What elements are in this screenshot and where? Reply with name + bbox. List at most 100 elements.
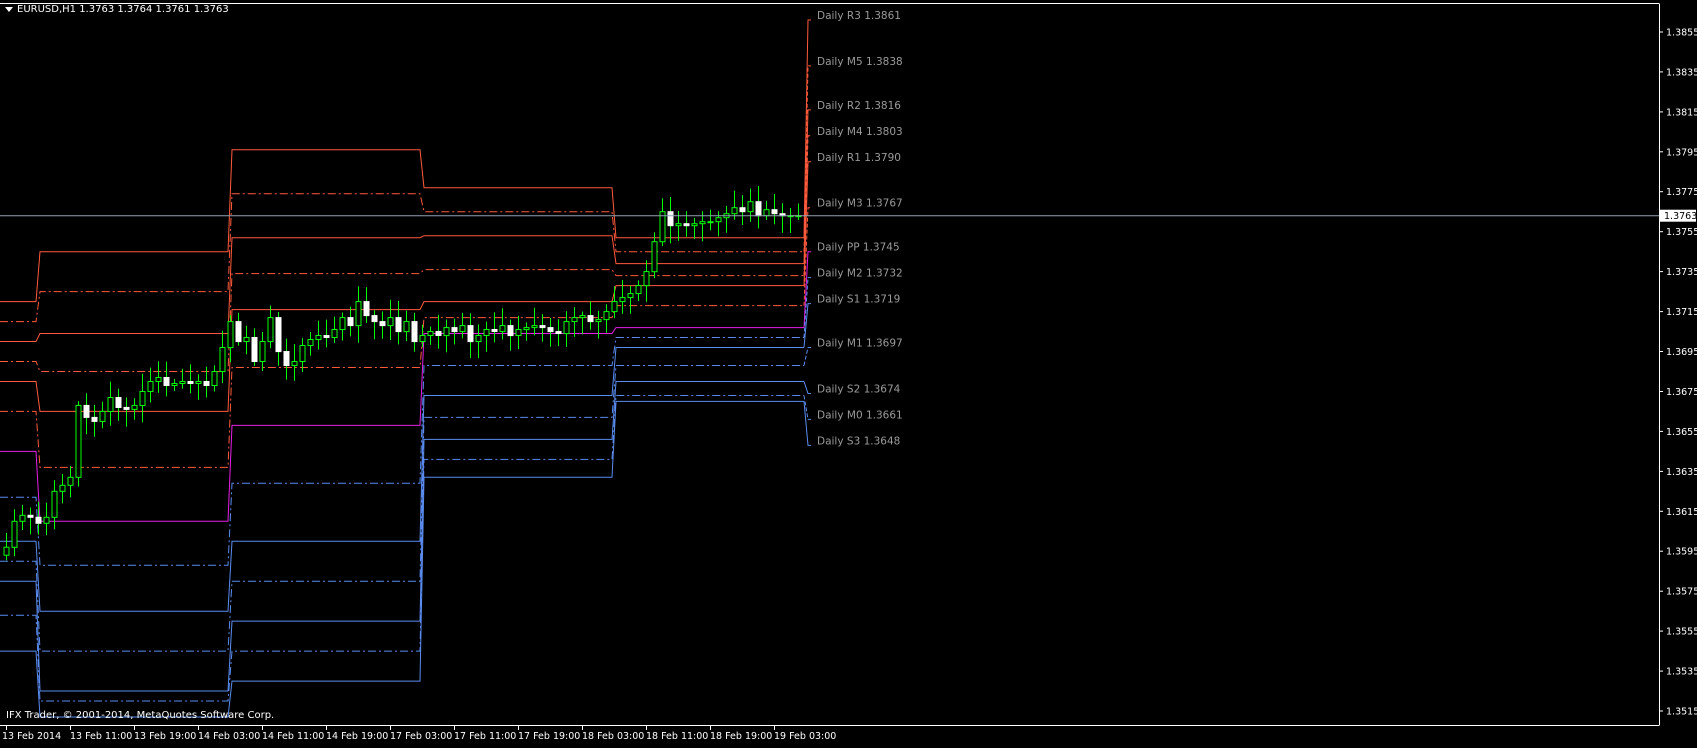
candle-body-bull [707,221,714,224]
dropdown-triangle-icon[interactable] [5,6,13,12]
candle-body-bull [531,325,538,329]
candle-body-bear [35,516,42,524]
copyright-text: IFX Trader, © 2001-2014, MetaQuotes Soft… [6,710,275,721]
y-tick-label: 1.3855 [1666,28,1697,39]
y-tick-label: 1.3595 [1666,547,1697,558]
y-tick-label: 1.3735 [1666,267,1697,278]
candle-body-bull [3,546,10,556]
y-tick-label: 1.3835 [1666,67,1697,78]
candle-body-bear [771,209,778,215]
candle-body-bull [219,347,226,372]
y-tick-label: 1.3515 [1666,707,1697,718]
x-tick-label: 14 Feb 03:00 [198,731,260,742]
candle-body-bear [203,381,210,386]
forecast-label-m4: Daily M4 1.3803 [817,126,903,138]
forecast-label-r3: Daily R3 1.3861 [817,10,901,22]
candle-body-bull [243,337,250,342]
forecast-label-pp: Daily PP 1.3745 [817,242,900,254]
x-tick-label: 13 Feb 19:00 [134,731,196,742]
candle-body-bear [379,321,386,327]
x-tick-label: 17 Feb 11:00 [454,731,516,742]
candle-body-bull [51,490,58,518]
candle-body-bear [123,406,130,410]
candle-body-bull [419,335,426,342]
candle-body-bear [467,325,474,343]
candle-body-bull [523,327,530,331]
candle-body-bear [683,223,690,227]
x-tick-label: 19 Feb 03:00 [774,731,836,742]
candle-body-bull [699,221,706,225]
candle-body-bull [43,516,50,524]
candle-body-bear [539,325,546,329]
candle-body-bull [595,319,602,323]
candle-body-bear [235,321,242,343]
candle-body-bull [603,311,610,321]
candle-body-bull [147,381,154,392]
x-tick-label: 13 Feb 11:00 [70,731,132,742]
candle-body-bear [739,207,746,213]
y-tick-label: 1.3575 [1666,587,1697,598]
candle-body-bull [307,339,314,346]
candle-body-bear [91,416,98,422]
y-tick-label: 1.3635 [1666,467,1697,478]
x-tick-label: 14 Feb 19:00 [326,731,388,742]
candle-body-bull [611,301,618,313]
forecast-label-m3: Daily M3 1.3767 [817,198,903,210]
candle-body-bear [507,325,514,337]
candle-body-bull [267,317,274,343]
candle-body-bull [19,514,26,522]
forecast-label-r2: Daily R2 1.3816 [817,100,901,112]
candle-body-bull [627,293,634,299]
x-tick-label: 14 Feb 11:00 [262,731,324,742]
candle-body-bull [299,345,306,362]
symbol-quote-text: EURUSD,H1 1.3763 1.3764 1.3761 1.3763 [17,4,229,15]
candle-body-bear [251,337,258,362]
x-tick-label: 18 Feb 03:00 [582,731,644,742]
candle-body-bull [635,285,642,295]
x-tick-label: 17 Feb 03:00 [390,731,452,742]
forecast-label-s1: Daily S1 1.3719 [817,294,900,306]
forecast-label-s2: Daily S2 1.3674 [817,384,901,396]
forecast-label-r1: Daily R1 1.3790 [817,152,901,164]
candle-body-bear [187,381,194,384]
forecast-label-m0: Daily M0 1.3661 [817,409,903,421]
symbol-header[interactable]: EURUSD,H1 1.3763 1.3764 1.3761 1.3763 [5,4,229,15]
candle-body-bear [83,404,90,418]
candle-body-bull [331,329,338,338]
price-chart[interactable]: Daily R3 1.3861 Daily M5 1.3838 Daily R2 1… [0,0,1697,744]
candle-body-bull [195,381,202,384]
candle-body-bull [731,207,738,215]
y-tick-label: 1.3815 [1666,107,1697,118]
candle-body-bull [651,241,658,273]
forecast-label-m1: Daily M1 1.3697 [817,338,903,350]
candle-body-bull [315,335,322,340]
candle-body-bull [387,317,394,327]
candle-body-bull [403,321,410,333]
candle-body-bear [491,329,498,332]
x-tick-label: 13 Feb 2014 [2,731,61,742]
candle-body-bear [347,317,354,327]
candle-body-bear [323,335,330,338]
candle-body-bear [163,377,170,386]
x-tick-label: 18 Feb 19:00 [710,731,772,742]
candle-body-bull [443,327,450,337]
chart-window[interactable]: Daily R3 1.3861 Daily M5 1.3838 Daily R2 1… [0,0,1697,744]
candle-body-bull [579,315,586,319]
candle-body-bear [363,301,370,317]
y-tick-label: 1.3535 [1666,667,1697,678]
candle-body-bear [115,397,122,408]
candle-body-bull [291,361,298,366]
forecast-label-m5: Daily M5 1.3838 [817,56,903,68]
candle-body-bear [395,317,402,333]
forecast-label-s3: Daily S3 1.3648 [817,435,900,447]
candle-body-bull [483,329,490,336]
candle-body-bull [691,223,698,227]
candle-body-bull [459,325,466,333]
candle-body-bull [99,410,106,422]
candle-body-bear [755,201,762,217]
candle-body-bull [427,331,434,336]
candle-body-bull [107,397,114,412]
candle-body-bear [667,211,674,227]
candle-body-bull [75,404,82,478]
y-tick-label: 1.3655 [1666,427,1697,438]
